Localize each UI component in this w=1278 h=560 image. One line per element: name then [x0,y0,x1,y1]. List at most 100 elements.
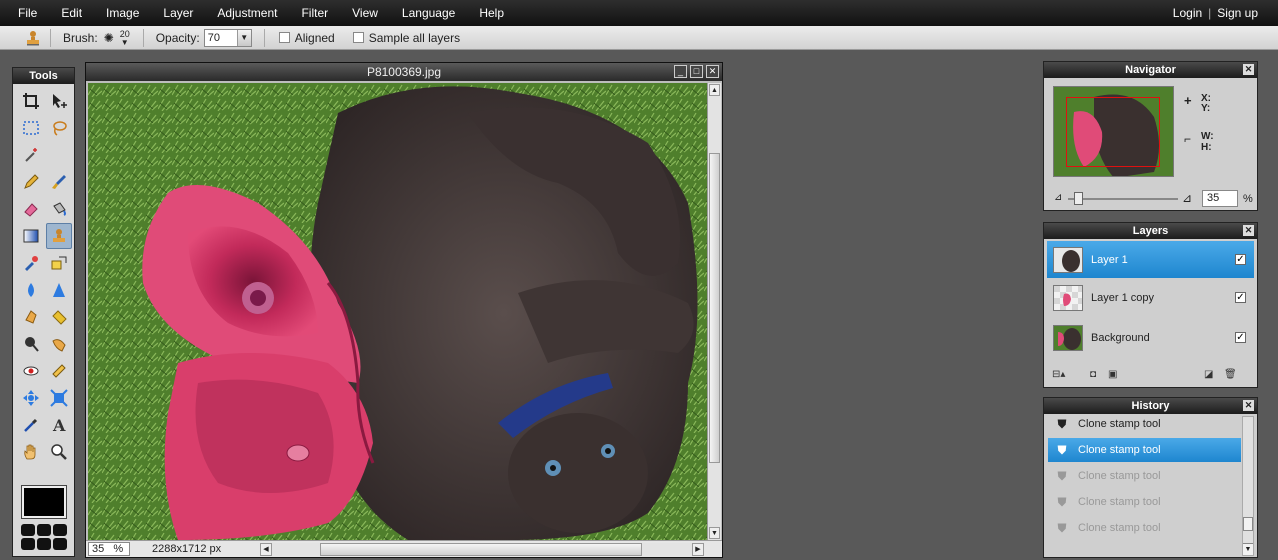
scroll-right-icon[interactable]: ▶ [692,542,704,556]
minimize-icon[interactable]: _ [674,65,687,78]
zoom-in-icon[interactable]: ⊿ [1182,191,1192,205]
menu-edit[interactable]: Edit [49,0,94,26]
opacity-select[interactable]: 70 ▼ [203,28,252,47]
menu-view[interactable]: View [340,0,390,26]
brush-tool-icon[interactable] [46,169,72,195]
login-link[interactable]: Login [1173,0,1202,26]
bloat-tool-icon[interactable] [18,385,44,411]
menu-language[interactable]: Language [390,0,467,26]
eraser-tool-icon[interactable] [18,196,44,222]
burn-tool-icon[interactable] [46,331,72,357]
color-picker-tool-icon[interactable] [18,412,44,438]
zoom-field[interactable]: 35 % [88,542,130,556]
zoom-tool-icon[interactable] [46,439,72,465]
lasso-tool-icon[interactable] [46,115,72,141]
red-eye-tool-icon[interactable] [18,358,44,384]
preset-swatch[interactable] [21,524,35,536]
menu-adjustment[interactable]: Adjustment [205,0,289,26]
menu-file[interactable]: File [0,0,49,26]
opacity-value: 70 [207,31,220,44]
sample-all-layers-checkbox[interactable] [352,32,364,43]
new-layer-icon[interactable]: ◪ [1204,369,1213,380]
vertical-scrollbar[interactable]: ▲ ▼ [707,83,721,540]
foreground-color-swatch[interactable] [21,485,67,519]
history-item[interactable]: ⛊ Clone stamp tool [1048,412,1241,436]
magic-wand-tool-icon[interactable] [18,142,44,168]
maximize-icon[interactable]: □ [690,65,703,78]
clone-stamp-icon: ⛊ [1057,494,1067,509]
chevron-down-icon[interactable]: ▼ [236,29,251,46]
history-item-future[interactable]: ⛊ Clone stamp tool [1048,464,1241,488]
sample-all-layers-label: Sample all layers [368,30,461,45]
color-replace-tool-icon[interactable] [18,250,44,276]
layer-name: Layer 1 [1091,253,1128,266]
preset-swatch[interactable] [53,538,67,550]
close-icon[interactable]: ✕ [1243,225,1254,236]
clone-stamp-tool-icon[interactable] [46,223,72,249]
zoom-slider[interactable]: ⊿ ⊿ [1054,191,1202,206]
layer-settings-icon[interactable]: ⊟▴ [1052,369,1065,380]
signup-link[interactable]: Sign up [1217,0,1258,26]
scroll-thumb[interactable] [709,153,720,463]
scroll-up-icon[interactable]: ▲ [709,84,720,96]
paint-bucket-tool-icon[interactable] [46,196,72,222]
history-scrollbar[interactable]: ▼ [1242,416,1254,556]
pinch-tool-icon[interactable] [46,385,72,411]
blur-tool-icon[interactable] [18,277,44,303]
sharpen-tool-icon[interactable] [46,277,72,303]
layer-row-layer-1-copy[interactable]: Layer 1 copy ✓ [1047,279,1254,316]
history-item-future[interactable]: ⛊ Clone stamp tool [1048,490,1241,514]
document-title-bar[interactable]: P8100369.jpg _ □ ✕ [86,63,722,81]
menu-layer[interactable]: Layer [151,0,205,26]
menu-filter[interactable]: Filter [289,0,340,26]
move-tool-icon[interactable] [46,88,72,114]
horizontal-scrollbar[interactable]: ◀ ▶ [260,542,704,556]
layer-row-layer-1[interactable]: Layer 1 ✓ [1047,241,1254,278]
navigator-view-rect[interactable] [1066,97,1160,167]
scroll-down-icon[interactable]: ▼ [709,527,720,539]
trash-icon[interactable]: 🗑 [1224,369,1237,380]
crop-tool-icon[interactable] [18,88,44,114]
sponge-tool-icon[interactable] [46,304,72,330]
menu-image[interactable]: Image [94,0,151,26]
marquee-tool-icon[interactable] [18,115,44,141]
layer-mask-icon[interactable]: ◘ [1090,369,1096,380]
preset-swatch[interactable] [21,538,35,550]
spot-heal-tool-icon[interactable] [46,358,72,384]
pencil-tool-icon[interactable] [18,169,44,195]
history-item-current[interactable]: ⛊ Clone stamp tool [1048,438,1241,462]
brush-shape-icon: ✺ [103,30,114,45]
gradient-tool-icon[interactable] [18,223,44,249]
navigator-zoom-input[interactable]: 35 [1202,190,1238,207]
layer-visibility-checkbox[interactable]: ✓ [1235,254,1246,265]
dodge-tool-icon[interactable] [18,331,44,357]
scroll-thumb[interactable] [1243,517,1253,531]
layer-style-icon[interactable]: ▣ [1108,369,1117,380]
aligned-checkbox[interactable] [278,32,290,43]
hand-tool-icon[interactable] [18,439,44,465]
brush-picker[interactable]: ✺ 20 ▼ [103,29,130,48]
type-tool-icon[interactable]: A [46,412,72,438]
scroll-thumb[interactable] [320,542,642,556]
scroll-down-icon[interactable]: ▼ [1243,543,1253,555]
slider-knob[interactable] [1074,192,1083,205]
drawing-tool-icon[interactable] [46,250,72,276]
close-icon[interactable]: ✕ [1243,400,1254,411]
preset-swatch[interactable] [37,538,51,550]
close-icon[interactable]: ✕ [1243,64,1254,75]
preset-swatch[interactable] [37,524,51,536]
layer-row-background[interactable]: Background ✓ [1047,319,1254,356]
zoom-out-icon[interactable]: ⊿ [1054,192,1062,203]
menu-help[interactable]: Help [467,0,516,26]
preset-swatch[interactable] [53,524,67,536]
scroll-left-icon[interactable]: ◀ [260,542,272,556]
image-canvas[interactable] [88,83,707,540]
navigator-thumbnail[interactable] [1053,86,1174,177]
smudge-tool-icon[interactable] [18,304,44,330]
layer-visibility-checkbox[interactable]: ✓ [1235,292,1246,303]
history-item-future[interactable]: ⛊ Clone stamp tool [1048,516,1241,540]
layer-visibility-checkbox[interactable]: ✓ [1235,332,1246,343]
history-item-label: Clone stamp tool [1078,418,1161,430]
close-icon[interactable]: ✕ [706,65,719,78]
tools-panel: Tools A [12,67,75,557]
